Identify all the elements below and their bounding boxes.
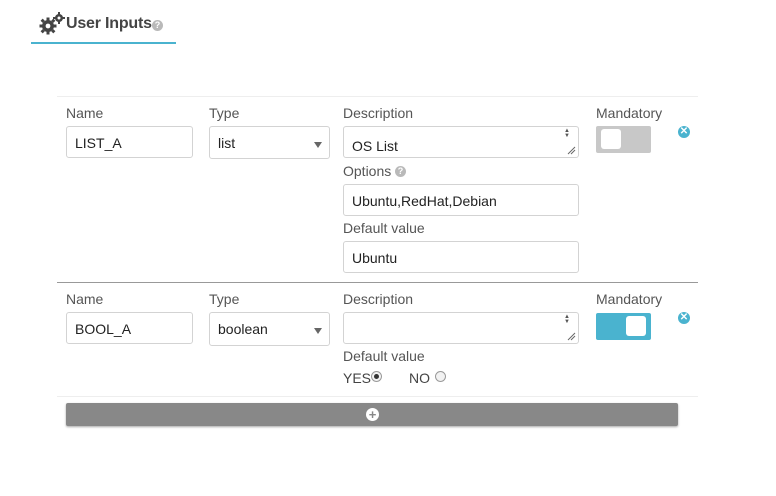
remove-circle-icon[interactable]: ✕ [678,312,690,324]
spinner-icon[interactable]: ▲ ▼ [564,128,570,139]
help-icon[interactable]: ? [152,20,163,31]
default-value-label: Default value [343,348,425,364]
type-label: Type [209,291,240,307]
options-label: Options [343,163,392,179]
mandatory-label: Mandatory [596,291,663,307]
toggle-knob [626,316,646,336]
options-field[interactable]: Ubuntu,RedHat,Debian [343,184,579,216]
description-label: Description [343,105,414,121]
gears-icon [39,12,65,35]
type-select[interactable]: list [209,126,330,159]
chevron-down-icon [314,142,322,148]
help-icon[interactable]: ? [395,166,406,177]
resize-grip-icon[interactable] [566,145,576,155]
toggle-knob [601,129,621,149]
page-title: User Inputs [66,15,152,32]
default-value-label: Default value [343,220,425,236]
default-value-field[interactable]: Ubuntu [343,241,579,273]
mandatory-toggle[interactable] [596,126,651,153]
radio-label-yes: YES [343,370,372,386]
resize-grip-icon[interactable] [566,331,576,341]
description-label: Description [343,291,414,307]
radio-yes[interactable] [371,371,382,382]
row-divider [57,282,698,283]
row-divider [57,396,698,397]
mandatory-toggle[interactable] [596,313,651,340]
radio-no[interactable] [435,371,446,382]
description-textarea[interactable]: ▲ ▼ [343,312,579,344]
radio-label-no: NO [409,370,430,386]
name-label: Name [66,105,104,121]
name-field[interactable]: BOOL_A [66,312,193,344]
name-field[interactable]: LIST_A [66,126,193,158]
description-textarea[interactable]: OS List ▲ ▼ [343,126,579,158]
remove-circle-icon[interactable]: ✕ [678,126,690,138]
name-label: Name [66,291,104,307]
row-divider [57,96,698,97]
add-input-button[interactable]: + [66,403,678,426]
chevron-down-icon [314,328,322,334]
spinner-icon[interactable]: ▲ ▼ [564,314,570,325]
plus-circle-icon: + [366,408,379,421]
mandatory-label: Mandatory [596,105,663,121]
type-select[interactable]: boolean [209,312,330,346]
user-inputs-tab[interactable]: User Inputs ? [31,8,176,44]
type-label: Type [209,105,240,121]
